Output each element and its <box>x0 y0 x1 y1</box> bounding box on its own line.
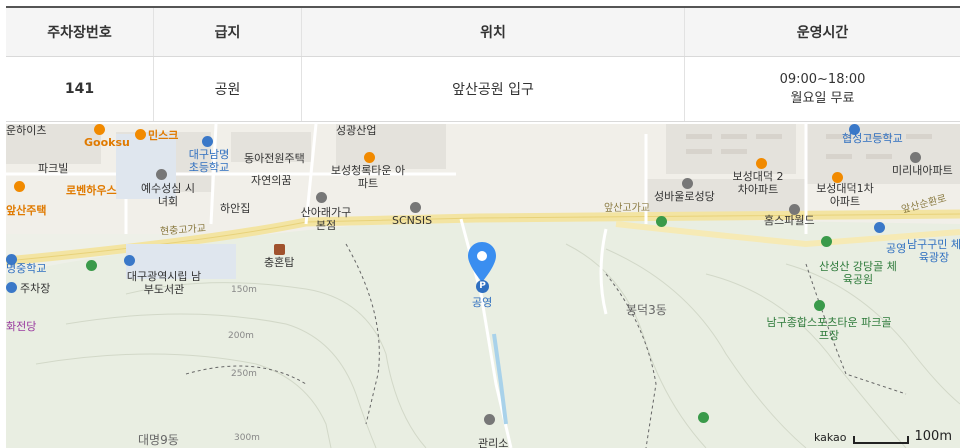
map-label: 성바울로성당 <box>654 190 715 203</box>
map-label: SCNSIS <box>392 214 433 227</box>
map-label: 협성고등학교 <box>842 132 903 145</box>
map-label: 관리소 <box>478 437 509 448</box>
building-icon <box>156 169 167 180</box>
map-label: 민스크 <box>148 129 179 142</box>
map-label: 미리내아파트 <box>892 164 953 177</box>
map-label: 하안집 <box>220 202 251 215</box>
location-pin-icon[interactable] <box>468 242 496 282</box>
map-label: 산아래가구 본점 <box>300 206 352 232</box>
parking-icon: P <box>476 280 489 293</box>
shop-icon <box>135 129 146 140</box>
hours-time: 09:00~18:00 <box>779 72 866 87</box>
map-label: 주차장 <box>20 282 51 295</box>
map-label: 대구남명 초등학교 <box>188 148 230 174</box>
building-icon <box>484 414 495 425</box>
header-lot-number: 주차장번호 <box>6 6 154 57</box>
contour-label: 250m <box>231 369 257 379</box>
map-label: 보성대덕 2차아파트 <box>732 170 784 196</box>
map-label: 남구종합스포츠타운 파크골프장 <box>766 316 892 342</box>
map-label: 보성청록타운 아파트 <box>330 164 406 190</box>
restaurant-icon <box>364 152 375 163</box>
monument-icon <box>274 244 285 255</box>
contour-label: 150m <box>231 285 257 295</box>
hours-note: 월요일 무료 <box>790 91 855 106</box>
header-grade: 급지 <box>153 6 302 57</box>
school-icon <box>202 136 213 147</box>
building-icon <box>410 202 421 213</box>
map-label: 운하이츠 <box>6 124 47 137</box>
scale-distance: 100m <box>914 429 952 444</box>
scale-bar <box>852 436 909 444</box>
map-label: 충혼탑 <box>264 256 295 269</box>
parking-icon <box>874 222 885 233</box>
contour-label: 200m <box>228 331 254 341</box>
marker-label: 공영 <box>472 296 493 309</box>
restaurant-icon <box>94 124 105 135</box>
map-label: 보성대덕1차 아파트 <box>816 182 874 208</box>
operating-hours-cell: 09:00~18:00 월요일 무료 <box>684 56 960 122</box>
church-icon <box>682 178 693 189</box>
map-label: 앞산주택 <box>6 204 47 217</box>
library-icon <box>124 255 135 266</box>
parking-info-table: 주차장번호 급지 위치 운영시간 141 공원 앞산공원 입구 09:00~18… <box>6 6 960 122</box>
building-icon <box>316 192 327 203</box>
map-label: 로벤하우스 <box>66 184 117 197</box>
header-location: 위치 <box>301 6 685 57</box>
header-operating-hours: 운영시간 <box>684 6 960 57</box>
map-label: 산성산 강당골 체육공원 <box>819 260 897 286</box>
map-label: 대구광역시립 남부도서관 <box>126 270 202 296</box>
restaurant-icon <box>14 181 25 192</box>
lot-number-cell: 141 <box>6 56 154 122</box>
apartment-icon <box>756 158 767 169</box>
park-icon <box>698 412 709 423</box>
scale-brand: kakao <box>813 431 847 444</box>
park-icon <box>821 236 832 247</box>
map-label: 화전당 <box>6 320 37 333</box>
park-icon <box>86 260 97 271</box>
map-label: 동아전원주택 <box>244 152 305 165</box>
map-label: 남구구민 체육광장 <box>906 238 960 264</box>
location-cell: 앞산공원 입구 <box>301 56 685 122</box>
park-icon <box>814 300 825 311</box>
parking-icon <box>6 282 17 293</box>
park-icon <box>656 216 667 227</box>
location-map[interactable]: 운하이츠 Gooksu 민스크 성광산업 협성고등학교 파크빌 대구남명 초등학… <box>6 124 960 448</box>
map-label: 명중학교 <box>6 262 47 275</box>
table-header-row: 주차장번호 급지 위치 운영시간 <box>6 6 960 57</box>
map-label: 성광산업 <box>336 124 377 137</box>
contour-label: 300m <box>234 433 260 443</box>
building-icon <box>910 152 921 163</box>
parking-info-panel: 주차장번호 급지 위치 운영시간 141 공원 앞산공원 입구 09:00~18… <box>0 0 966 448</box>
map-label: 앞산고가교 <box>604 203 650 214</box>
map-scale: kakao 100m <box>814 429 952 444</box>
grade-cell: 공원 <box>153 56 302 122</box>
map-label: 예수성심 시녀회 <box>140 182 196 208</box>
map-label: Gooksu <box>84 136 130 149</box>
table-row: 141 공원 앞산공원 입구 09:00~18:00 월요일 무료 <box>6 56 960 122</box>
map-label: 홈스파월드 <box>764 214 815 227</box>
map-label: 자연의꿈 <box>251 174 292 187</box>
map-label: 대명9동 <box>138 433 179 447</box>
map-label: 파크빌 <box>38 162 69 175</box>
map-label: 봉덕3동 <box>626 303 667 317</box>
